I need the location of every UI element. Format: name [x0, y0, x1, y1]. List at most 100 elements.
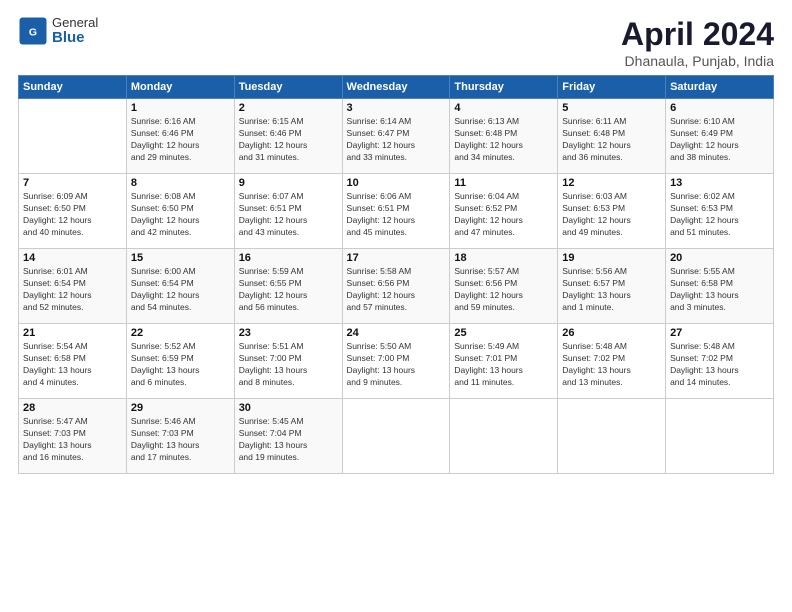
- day-info: Sunrise: 6:16 AM Sunset: 6:46 PM Dayligh…: [131, 116, 230, 164]
- table-row: 23Sunrise: 5:51 AM Sunset: 7:00 PM Dayli…: [234, 324, 342, 399]
- day-info: Sunrise: 6:07 AM Sunset: 6:51 PM Dayligh…: [239, 191, 338, 239]
- col-thursday: Thursday: [450, 76, 558, 99]
- table-row: [450, 399, 558, 474]
- day-info: Sunrise: 6:14 AM Sunset: 6:47 PM Dayligh…: [347, 116, 446, 164]
- table-row: 6 Sunrise: 6:10 AM Sunset: 6:49 PM Daylig…: [666, 99, 774, 174]
- table-row: 5 Sunrise: 6:11 AM Sunset: 6:48 PM Daylig…: [558, 99, 666, 174]
- col-saturday: Saturday: [666, 76, 774, 99]
- day-number: 24: [347, 327, 446, 339]
- table-row: 18 Sunrise: 5:57 AM Sunset: 6:56 PM Dayli…: [450, 249, 558, 324]
- day-info: Sunrise: 6:06 AM Sunset: 6:51 PM Dayligh…: [347, 191, 446, 239]
- day-info: Sunrise: 6:13 AM Sunset: 6:48 PM Dayligh…: [454, 116, 553, 164]
- day-number: 22: [131, 327, 230, 339]
- day-info: Sunrise: 5:58 AM Sunset: 6:56 PM Dayligh…: [347, 266, 446, 314]
- table-row: 19 Sunrise: 5:56 AM Sunset: 6:57 PM Dayli…: [558, 249, 666, 324]
- logo-general-label: General: [52, 16, 98, 30]
- day-number: 21: [23, 327, 122, 339]
- title-block: April 2024 Dhanaula, Punjab, India: [621, 16, 774, 69]
- table-row: 7Sunrise: 6:09 AM Sunset: 6:50 PM Daylig…: [19, 174, 127, 249]
- header: G General Blue April 2024 Dhanaula, Punj…: [18, 16, 774, 69]
- table-row: 26 Sunrise: 5:48 AM Sunset: 7:02 PM Dayli…: [558, 324, 666, 399]
- day-info: Sunrise: 6:15 AM Sunset: 6:46 PM Dayligh…: [239, 116, 338, 164]
- col-friday: Friday: [558, 76, 666, 99]
- day-info: Sunrise: 5:52 AM Sunset: 6:59 PM Dayligh…: [131, 341, 230, 389]
- day-number: 25: [454, 327, 553, 339]
- table-row: 17 Sunrise: 5:58 AM Sunset: 6:56 PM Dayli…: [342, 249, 450, 324]
- table-row: 2 Sunrise: 6:15 AM Sunset: 6:46 PM Daylig…: [234, 99, 342, 174]
- day-info: Sunrise: 5:59 AM Sunset: 6:55 PM Dayligh…: [239, 266, 338, 314]
- day-number: 5: [562, 102, 661, 114]
- table-row: 22 Sunrise: 5:52 AM Sunset: 6:59 PM Dayli…: [126, 324, 234, 399]
- table-row: [558, 399, 666, 474]
- day-number: 15: [131, 252, 230, 264]
- day-info: Sunrise: 5:54 AM Sunset: 6:58 PM Dayligh…: [23, 341, 122, 389]
- day-info: Sunrise: 6:09 AM Sunset: 6:50 PM Dayligh…: [23, 191, 122, 239]
- header-row: Sunday Monday Tuesday Wednesday Thursday…: [19, 76, 774, 99]
- day-info: Sunrise: 6:11 AM Sunset: 6:48 PM Dayligh…: [562, 116, 661, 164]
- day-number: 8: [131, 177, 230, 189]
- day-info: Sunrise: 5:57 AM Sunset: 6:56 PM Dayligh…: [454, 266, 553, 314]
- svg-text:G: G: [29, 27, 37, 39]
- table-row: 1 Sunrise: 6:16 AM Sunset: 6:46 PM Daylig…: [126, 99, 234, 174]
- day-info: Sunrise: 5:48 AM Sunset: 7:02 PM Dayligh…: [670, 341, 769, 389]
- table-row: 3 Sunrise: 6:14 AM Sunset: 6:47 PM Daylig…: [342, 99, 450, 174]
- day-number: 27: [670, 327, 769, 339]
- day-number: 11: [454, 177, 553, 189]
- table-row: 8Sunrise: 6:08 AM Sunset: 6:50 PM Daylig…: [126, 174, 234, 249]
- day-info: Sunrise: 5:50 AM Sunset: 7:00 PM Dayligh…: [347, 341, 446, 389]
- day-info: Sunrise: 5:47 AM Sunset: 7:03 PM Dayligh…: [23, 416, 122, 464]
- main-title: April 2024: [621, 16, 774, 53]
- day-number: 4: [454, 102, 553, 114]
- day-number: 12: [562, 177, 661, 189]
- table-row: [19, 99, 127, 174]
- day-number: 16: [239, 252, 338, 264]
- day-info: Sunrise: 5:55 AM Sunset: 6:58 PM Dayligh…: [670, 266, 769, 314]
- day-number: 2: [239, 102, 338, 114]
- day-number: 9: [239, 177, 338, 189]
- location-subtitle: Dhanaula, Punjab, India: [621, 53, 774, 69]
- day-number: 26: [562, 327, 661, 339]
- logo: G General Blue: [18, 16, 98, 47]
- logo-blue-label: Blue: [52, 30, 98, 47]
- week-row-3: 14Sunrise: 6:01 AM Sunset: 6:54 PM Dayli…: [19, 249, 774, 324]
- day-info: Sunrise: 6:04 AM Sunset: 6:52 PM Dayligh…: [454, 191, 553, 239]
- table-row: [666, 399, 774, 474]
- table-row: 9 Sunrise: 6:07 AM Sunset: 6:51 PM Daylig…: [234, 174, 342, 249]
- table-row: 21 Sunrise: 5:54 AM Sunset: 6:58 PM Dayli…: [19, 324, 127, 399]
- week-row-1: 1 Sunrise: 6:16 AM Sunset: 6:46 PM Daylig…: [19, 99, 774, 174]
- day-info: Sunrise: 5:45 AM Sunset: 7:04 PM Dayligh…: [239, 416, 338, 464]
- day-number: 28: [23, 402, 122, 414]
- day-number: 14: [23, 252, 122, 264]
- table-row: 29Sunrise: 5:46 AM Sunset: 7:03 PM Dayli…: [126, 399, 234, 474]
- week-row-5: 28 Sunrise: 5:47 AM Sunset: 7:03 PM Dayli…: [19, 399, 774, 474]
- day-number: 23: [239, 327, 338, 339]
- table-row: 20 Sunrise: 5:55 AM Sunset: 6:58 PM Dayli…: [666, 249, 774, 324]
- day-number: 30: [239, 402, 338, 414]
- day-number: 20: [670, 252, 769, 264]
- day-number: 10: [347, 177, 446, 189]
- table-row: 11 Sunrise: 6:04 AM Sunset: 6:52 PM Dayli…: [450, 174, 558, 249]
- week-row-4: 21 Sunrise: 5:54 AM Sunset: 6:58 PM Dayli…: [19, 324, 774, 399]
- table-row: 12Sunrise: 6:03 AM Sunset: 6:53 PM Dayli…: [558, 174, 666, 249]
- day-number: 1: [131, 102, 230, 114]
- day-number: 6: [670, 102, 769, 114]
- day-info: Sunrise: 6:10 AM Sunset: 6:49 PM Dayligh…: [670, 116, 769, 164]
- table-row: 30 Sunrise: 5:45 AM Sunset: 7:04 PM Dayli…: [234, 399, 342, 474]
- table-row: 4 Sunrise: 6:13 AM Sunset: 6:48 PM Daylig…: [450, 99, 558, 174]
- day-number: 3: [347, 102, 446, 114]
- day-info: Sunrise: 5:48 AM Sunset: 7:02 PM Dayligh…: [562, 341, 661, 389]
- day-number: 18: [454, 252, 553, 264]
- week-row-2: 7Sunrise: 6:09 AM Sunset: 6:50 PM Daylig…: [19, 174, 774, 249]
- day-number: 17: [347, 252, 446, 264]
- day-info: Sunrise: 6:00 AM Sunset: 6:54 PM Dayligh…: [131, 266, 230, 314]
- day-number: 13: [670, 177, 769, 189]
- table-row: 28 Sunrise: 5:47 AM Sunset: 7:03 PM Dayli…: [19, 399, 127, 474]
- table-row: 24 Sunrise: 5:50 AM Sunset: 7:00 PM Dayli…: [342, 324, 450, 399]
- day-number: 19: [562, 252, 661, 264]
- day-info: Sunrise: 5:56 AM Sunset: 6:57 PM Dayligh…: [562, 266, 661, 314]
- day-info: Sunrise: 5:46 AM Sunset: 7:03 PM Dayligh…: [131, 416, 230, 464]
- table-row: [342, 399, 450, 474]
- table-row: 13 Sunrise: 6:02 AM Sunset: 6:53 PM Dayli…: [666, 174, 774, 249]
- col-tuesday: Tuesday: [234, 76, 342, 99]
- day-info: Sunrise: 6:02 AM Sunset: 6:53 PM Dayligh…: [670, 191, 769, 239]
